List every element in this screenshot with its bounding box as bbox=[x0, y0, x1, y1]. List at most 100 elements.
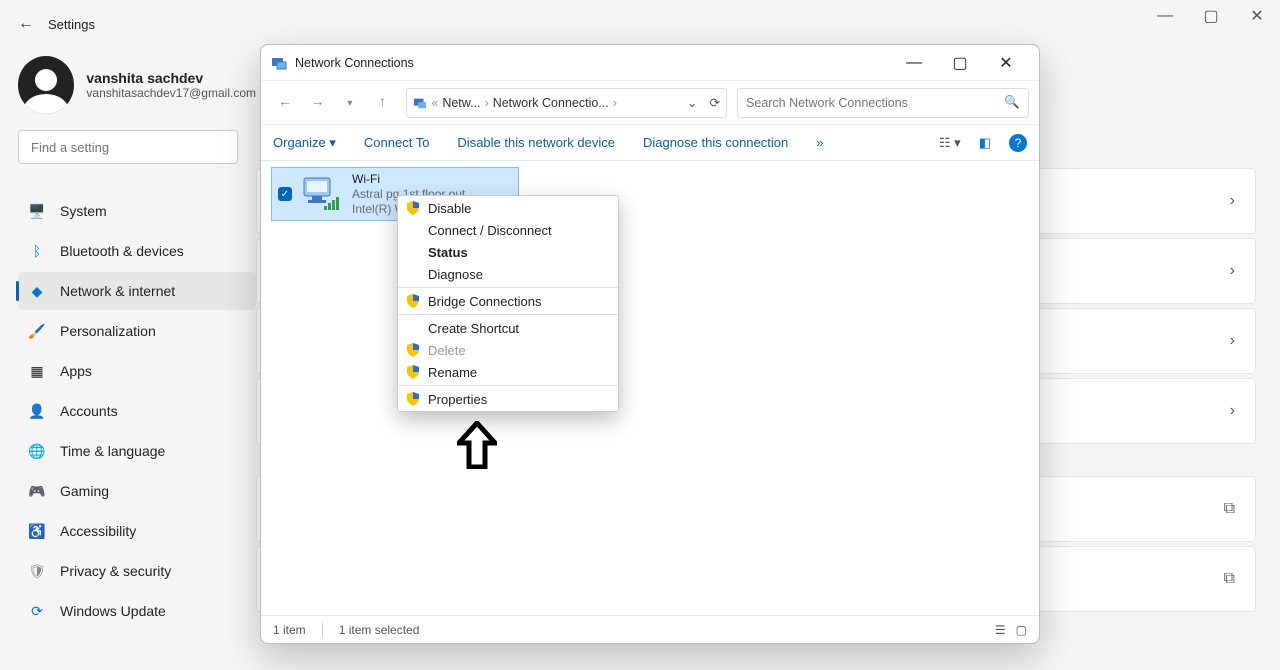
ctx-connect-disconnect[interactable]: Connect / Disconnect bbox=[398, 219, 618, 241]
minimize-button[interactable]: — bbox=[1142, 0, 1188, 32]
ctx-rename[interactable]: Rename bbox=[398, 361, 618, 383]
system-icon: 🖥️ bbox=[28, 203, 46, 220]
settings-sidebar: vanshita sachdev vanshitasachdev17@gmail… bbox=[18, 48, 256, 630]
nav-gaming[interactable]: 🎮Gaming bbox=[18, 472, 256, 510]
chevron-right-icon: › bbox=[1230, 262, 1235, 280]
large-icons-view-icon[interactable]: ▢ bbox=[1016, 623, 1027, 637]
nc-navigation-row: ← → ▾ ↑ « Netw... › Network Connectio...… bbox=[261, 81, 1039, 125]
ctx-create-shortcut[interactable]: Create Shortcut bbox=[398, 317, 618, 339]
nc-minimize-button[interactable]: — bbox=[891, 46, 937, 80]
chevron-right-icon: › bbox=[1230, 192, 1235, 210]
ctx-diagnose[interactable]: Diagnose bbox=[398, 263, 618, 285]
maximize-button[interactable]: ▢ bbox=[1188, 0, 1234, 32]
nav-label: System bbox=[60, 203, 107, 219]
profile-name: vanshita sachdev bbox=[86, 70, 256, 86]
nav-apps[interactable]: ▦ Apps bbox=[18, 352, 256, 390]
nav-label: Personalization bbox=[60, 323, 156, 339]
separator bbox=[322, 623, 323, 637]
status-item-count: 1 item bbox=[273, 623, 306, 637]
network-connections-icon bbox=[271, 55, 287, 71]
help-icon[interactable]: ? bbox=[1009, 134, 1027, 152]
nav-label: Accounts bbox=[60, 403, 118, 419]
profile-block[interactable]: vanshita sachdev vanshitasachdev17@gmail… bbox=[18, 48, 256, 130]
nav-bluetooth[interactable]: ᛒBluetooth & devices bbox=[18, 232, 256, 270]
nc-toolbar: Organize ▾ Connect To Disable this netwo… bbox=[261, 125, 1039, 161]
nav-accessibility[interactable]: ♿Accessibility bbox=[18, 512, 256, 550]
ctx-bridge[interactable]: Bridge Connections bbox=[398, 290, 618, 312]
nc-maximize-button[interactable]: ▢ bbox=[937, 46, 983, 80]
nav-system[interactable]: 🖥️ System bbox=[18, 192, 256, 230]
settings-title: Settings bbox=[48, 17, 95, 32]
nav-forward-icon[interactable]: → bbox=[303, 87, 331, 115]
settings-search[interactable] bbox=[18, 130, 238, 164]
apps-icon: ▦ bbox=[28, 363, 46, 380]
nc-close-button[interactable]: ✕ bbox=[983, 46, 1029, 80]
chevron-right-icon: › bbox=[1230, 332, 1235, 350]
uac-shield-icon bbox=[406, 343, 420, 357]
status-selected-count: 1 item selected bbox=[339, 623, 420, 637]
address-bar[interactable]: « Netw... › Network Connectio... › ⌄ ⟳ bbox=[406, 88, 727, 118]
nav-label: Apps bbox=[60, 363, 92, 379]
nav-accounts[interactable]: 👤 Accounts bbox=[18, 392, 256, 430]
ctx-disable[interactable]: Disable bbox=[398, 197, 618, 219]
view-options-icon[interactable]: ☷ ▾ bbox=[939, 135, 961, 151]
chevron-right-icon: › bbox=[1230, 402, 1235, 420]
preview-pane-icon[interactable]: ◧ bbox=[979, 135, 991, 151]
refresh-icon[interactable]: ⟳ bbox=[710, 95, 720, 110]
personalization-icon: 🖌️ bbox=[28, 323, 46, 340]
uac-shield-icon bbox=[406, 294, 420, 308]
ctx-properties[interactable]: Properties bbox=[398, 388, 618, 410]
toolbar-disable-device[interactable]: Disable this network device bbox=[457, 135, 615, 150]
nav-windows-update[interactable]: ⟳ Windows Update bbox=[18, 592, 256, 630]
nc-titlebar: Network Connections — ▢ ✕ bbox=[261, 45, 1039, 81]
nc-search[interactable]: Search Network Connections 🔍 bbox=[737, 88, 1029, 118]
uac-shield-icon bbox=[406, 392, 420, 406]
time-language-icon: 🌐 bbox=[28, 443, 46, 460]
close-button[interactable]: ✕ bbox=[1234, 0, 1280, 32]
nav-label: Windows Update bbox=[60, 603, 166, 619]
settings-search-input[interactable] bbox=[29, 139, 227, 156]
nav-label: Bluetooth & devices bbox=[60, 243, 184, 259]
back-icon[interactable]: ← bbox=[12, 10, 40, 38]
windows-update-icon: ⟳ bbox=[28, 603, 46, 620]
chevron-down-icon[interactable]: ⌄ bbox=[687, 95, 697, 110]
search-icon: 🔍 bbox=[1004, 95, 1020, 110]
selection-check-icon: ✓ bbox=[278, 187, 292, 201]
wifi-adapter-icon bbox=[300, 172, 344, 216]
ctx-delete: Delete bbox=[398, 339, 618, 361]
toolbar-overflow[interactable]: » bbox=[816, 135, 823, 150]
external-link-icon: ⧉ bbox=[1224, 500, 1235, 518]
toolbar-diagnose[interactable]: Diagnose this connection bbox=[643, 135, 788, 150]
nav-time-language[interactable]: 🌐 Time & language bbox=[18, 432, 256, 470]
uac-shield-icon bbox=[406, 201, 420, 215]
avatar-icon bbox=[18, 56, 74, 114]
toolbar-connect-to[interactable]: Connect To bbox=[364, 135, 430, 150]
nc-title: Network Connections bbox=[295, 56, 414, 70]
nc-search-placeholder: Search Network Connections bbox=[746, 96, 908, 110]
network-connections-icon bbox=[413, 96, 427, 110]
nav-personalization[interactable]: 🖌️ Personalization bbox=[18, 312, 256, 350]
accounts-icon: 👤 bbox=[28, 403, 46, 420]
nc-body: ✓ Wi-Fi Astral pg 1st floor bbox=[261, 161, 1039, 615]
ctx-status[interactable]: Status bbox=[398, 241, 618, 263]
nav-network[interactable]: ◆Network & internet bbox=[18, 272, 256, 310]
nav-dropdown-icon[interactable]: ▾ bbox=[336, 90, 364, 118]
nav-privacy[interactable]: 🛡Privacy & security bbox=[18, 552, 256, 590]
uac-shield-icon bbox=[406, 365, 420, 379]
toolbar-organize[interactable]: Organize ▾ bbox=[273, 135, 336, 151]
settings-titlebar: ← Settings — ▢ ✕ bbox=[0, 0, 1280, 48]
breadcrumb-segment[interactable]: Network Connectio... bbox=[493, 96, 609, 110]
context-menu: Disable Connect / Disconnect Status Diag… bbox=[397, 195, 619, 412]
nav-label: Network & internet bbox=[60, 283, 175, 299]
details-view-icon[interactable]: ☰ bbox=[995, 623, 1006, 637]
network-connections-window: Network Connections — ▢ ✕ ← → ▾ ↑ « Netw… bbox=[260, 44, 1040, 644]
nav-up-icon[interactable]: ↑ bbox=[368, 87, 396, 115]
gaming-icon: 🎮 bbox=[28, 483, 46, 500]
breadcrumb-segment[interactable]: Netw... bbox=[442, 96, 480, 110]
privacy-icon: 🛡 bbox=[28, 563, 46, 580]
nav-back-icon[interactable]: ← bbox=[271, 87, 299, 115]
accessibility-icon: ♿ bbox=[28, 523, 46, 540]
nav-label: Time & language bbox=[60, 443, 165, 459]
connection-name: Wi-Fi bbox=[352, 172, 465, 187]
external-link-icon: ⧉ bbox=[1224, 570, 1235, 588]
